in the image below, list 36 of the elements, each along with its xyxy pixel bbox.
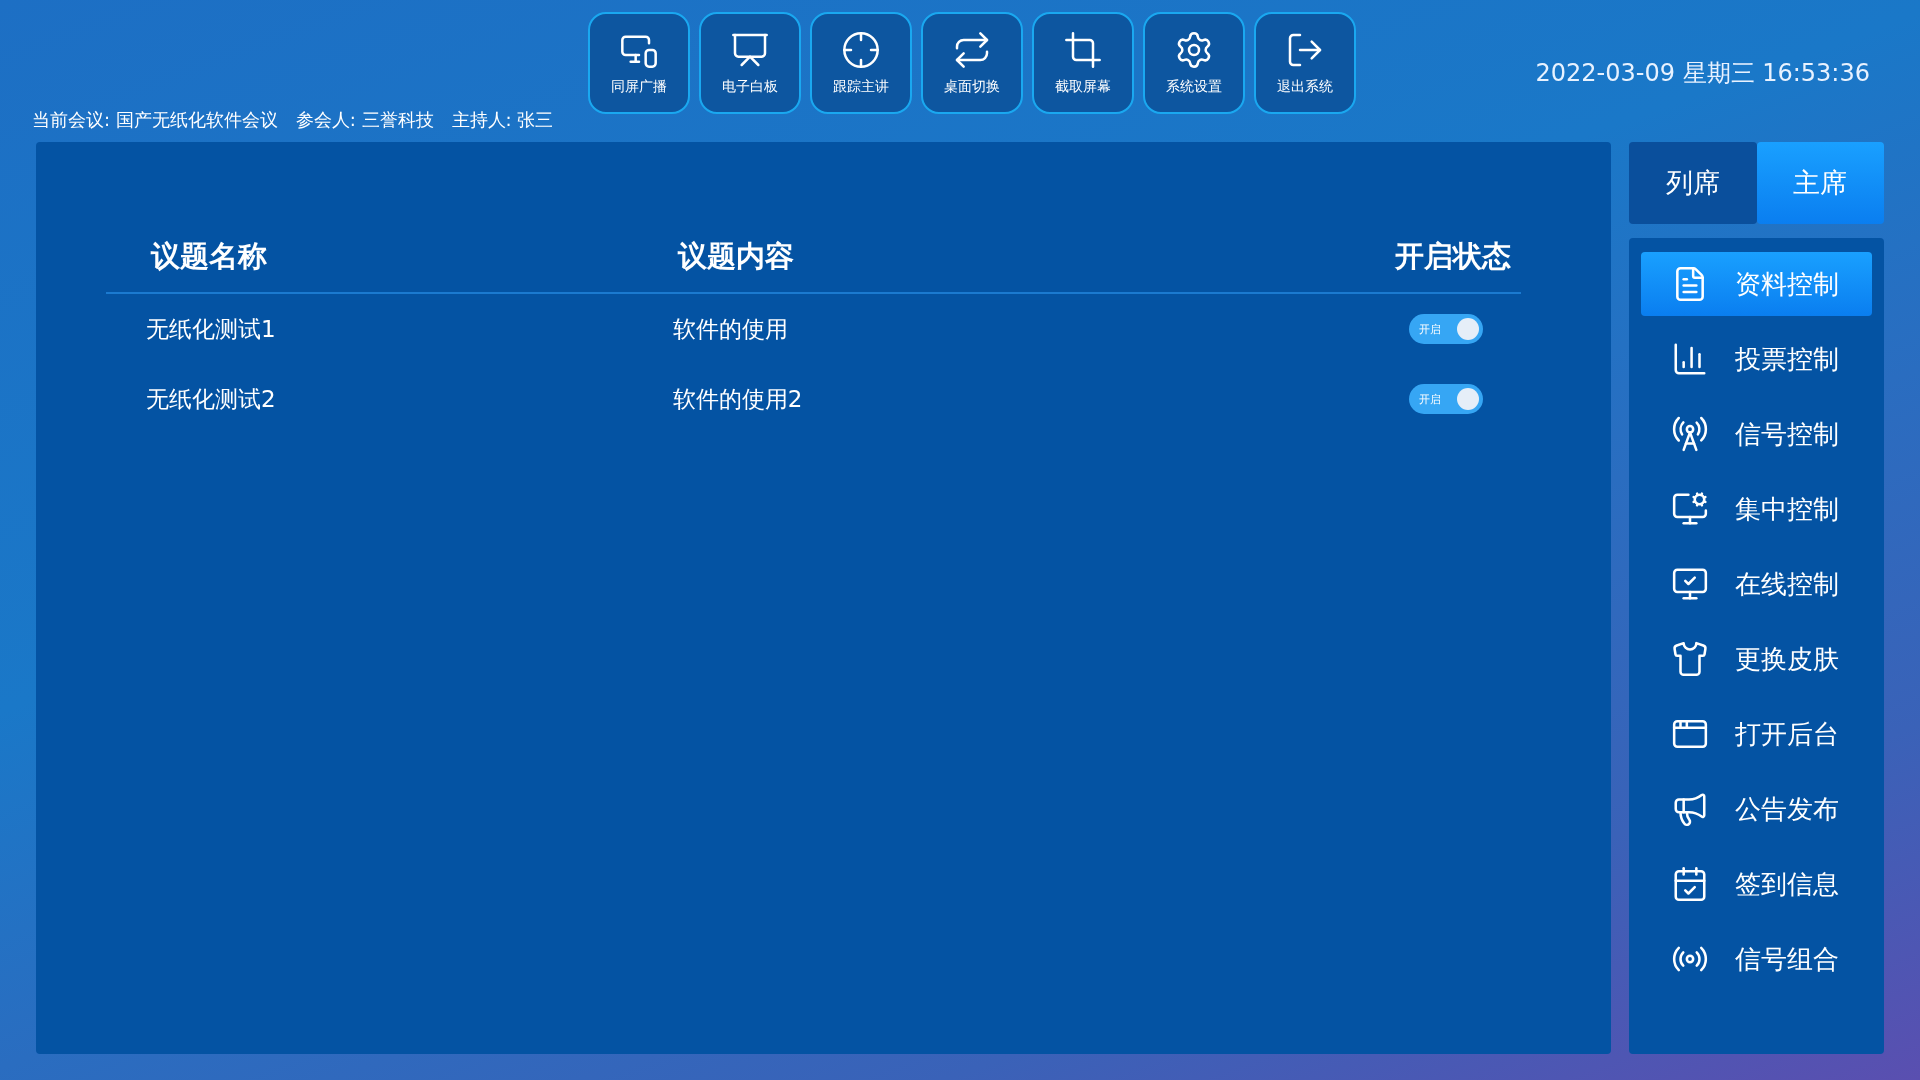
datetime: 2022-03-09 星期三 16:53:36	[1535, 58, 1870, 89]
toolbar-button[interactable]: 跟踪主讲	[810, 12, 912, 114]
meeting-info: 参会人: 三誉科技	[295, 108, 434, 132]
toolbar-button[interactable]: 同屏广播	[588, 12, 690, 114]
menu-item[interactable]: 打开后台	[1641, 702, 1872, 766]
column-header: 开启状态	[1395, 238, 1511, 275]
toolbar-button[interactable]: 退出系统	[1254, 12, 1356, 114]
antenna-icon	[1671, 415, 1709, 453]
megaphone-icon	[1671, 790, 1709, 828]
seat-tab[interactable]: 列席	[1629, 142, 1757, 224]
monitor-check-icon	[1671, 565, 1709, 603]
column-header: 议题内容	[677, 238, 794, 275]
shirt-icon	[1671, 640, 1709, 678]
table-cell-text: 无纸化测试2	[146, 384, 276, 414]
menu-item[interactable]: 公告发布	[1641, 777, 1872, 841]
menu-item[interactable]: 投票控制	[1641, 327, 1872, 391]
menu-item[interactable]: 更换皮肤	[1641, 627, 1872, 691]
toolbar-button[interactable]: 电子白板	[699, 12, 801, 114]
monitor-icon	[1671, 490, 1709, 528]
crosshair-icon	[841, 30, 881, 70]
table-cell-text: 无纸化测试1	[146, 314, 276, 344]
toolbar-button[interactable]: 系统设置	[1143, 12, 1245, 114]
table-cell-text: 软件的使用2	[672, 384, 803, 414]
toolbar-button[interactable]: 截取屏幕	[1032, 12, 1134, 114]
table-cell-text: 软件的使用	[672, 314, 788, 344]
menu-item[interactable]: 信号控制	[1641, 402, 1872, 466]
meeting-info: 当前会议: 国产无纸化软件会议	[32, 108, 278, 132]
menu-item[interactable]: 签到信息	[1641, 852, 1872, 916]
toolbar-button[interactable]: 桌面切换	[921, 12, 1023, 114]
meeting-info: 主持人: 张三	[451, 108, 554, 132]
crop-icon	[1063, 30, 1103, 70]
menu-item[interactable]: 信号组合	[1641, 927, 1872, 991]
menu-item[interactable]: 集中控制	[1641, 477, 1872, 541]
column-header: 议题名称	[151, 238, 267, 275]
calendar-check-icon	[1671, 865, 1709, 903]
menu-item[interactable]: 在线控制	[1641, 552, 1872, 616]
